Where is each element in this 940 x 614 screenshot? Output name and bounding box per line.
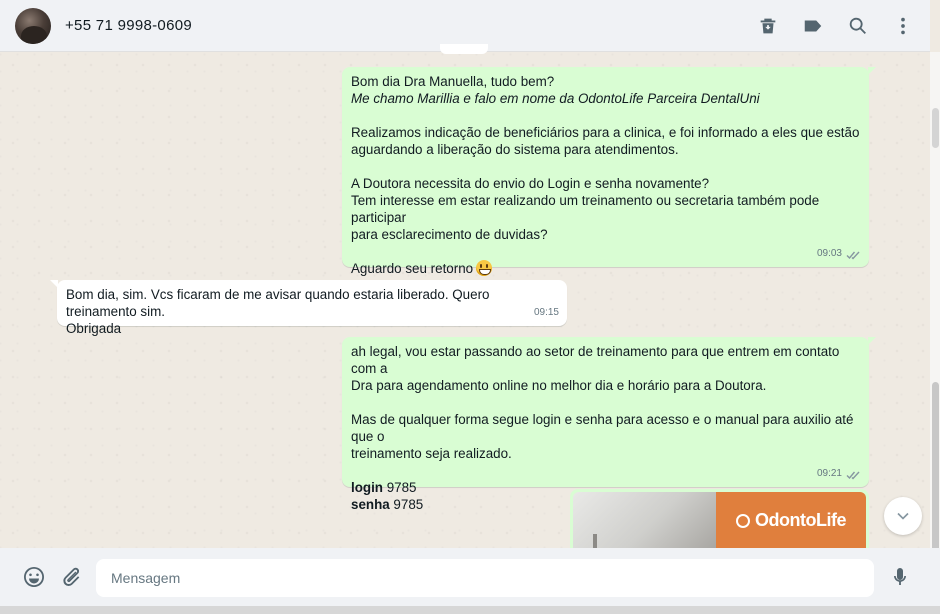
message-line	[351, 107, 860, 124]
message-incoming[interactable]: Bom dia, sim. Vcs ficaram de me avisar q…	[50, 280, 567, 336]
header-actions	[734, 0, 914, 52]
message-time: 09:21	[816, 468, 842, 479]
label-icon[interactable]	[802, 15, 824, 37]
menu-icon[interactable]	[892, 15, 914, 37]
senha-value: 9785	[389, 497, 424, 512]
grinning-emoji-icon	[476, 260, 493, 276]
message-line: Realizamos indicação de beneficiários pa…	[351, 125, 860, 140]
message-line: Bom dia Dra Manuella, tudo bem?	[351, 74, 555, 89]
message-line	[351, 158, 860, 175]
message-outgoing[interactable]: ah legal, vou estar passando ao setor de…	[342, 337, 876, 512]
login-label: login	[351, 480, 383, 495]
contact-avatar[interactable]	[15, 7, 51, 44]
contact-name[interactable]: +55 71 9998-0609	[65, 17, 192, 34]
message-line: A Doutora necessita do envio do Login e …	[351, 176, 710, 191]
delete-icon[interactable]	[757, 15, 779, 37]
double-check-icon	[846, 469, 861, 480]
office-photo	[573, 492, 716, 549]
senha-label: senha	[351, 497, 390, 512]
chat-scrollbar[interactable]	[930, 52, 940, 552]
compose-bar	[0, 548, 940, 606]
message-line: Dra para agendamento online no melhor di…	[351, 378, 767, 393]
message-meta: 09:21	[817, 465, 861, 482]
message-line: treinamento seja realizado.	[351, 446, 512, 461]
scroll-to-bottom-button[interactable]	[884, 497, 922, 535]
message-line	[351, 462, 860, 479]
window-bottom-edge	[0, 606, 940, 614]
message-line: aguardando a liberação do sistema para a…	[351, 142, 679, 157]
message-input[interactable]	[96, 559, 874, 597]
message-line-with-emoji: Aguardo seu retorno	[351, 260, 860, 277]
emoji-icon[interactable]	[21, 564, 47, 590]
chevron-down-icon	[897, 512, 909, 520]
message-line: Bom dia, sim. Vcs ficaram de me avisar q…	[66, 287, 490, 319]
message-line: para esclarecimento de duvidas?	[351, 227, 548, 242]
microphone-icon[interactable]	[887, 564, 913, 590]
message-line: ah legal, vou estar passando ao setor de…	[351, 344, 840, 376]
login-value: 9785	[382, 480, 417, 495]
image-attachment[interactable]: OdontoLife	[573, 492, 866, 549]
message-line: Tem interesse em estar realizando um tre…	[351, 193, 820, 225]
message-line: Mas de qualquer forma segue login e senh…	[351, 412, 854, 444]
message-outgoing[interactable]: Bom dia Dra Manuella, tudo bem? Me chamo…	[342, 67, 876, 276]
odontolife-logo-mark-icon	[736, 513, 750, 528]
search-icon[interactable]	[847, 15, 869, 37]
logo-text: OdontoLife	[755, 510, 846, 530]
odontolife-logo: OdontoLife	[716, 492, 866, 549]
attach-icon[interactable]	[58, 564, 84, 590]
message-line	[351, 394, 860, 411]
message-line	[351, 243, 860, 260]
message-text: Aguardo seu retorno	[351, 261, 474, 276]
message-line: Me chamo Marillia e falo em nome da Odon…	[351, 91, 760, 106]
date-chip	[440, 44, 488, 54]
image-message[interactable]: OdontoLife	[570, 489, 869, 549]
message-time: 09:15	[533, 307, 559, 318]
message-time: 09:03	[816, 248, 842, 259]
message-meta: 09:15	[534, 304, 559, 321]
scrollbar-thumb[interactable]	[932, 382, 939, 552]
scrollbar-top-segment[interactable]	[932, 108, 939, 148]
message-meta: 09:03	[817, 245, 861, 262]
message-line: Obrigada	[66, 321, 122, 336]
double-check-icon	[846, 249, 861, 260]
